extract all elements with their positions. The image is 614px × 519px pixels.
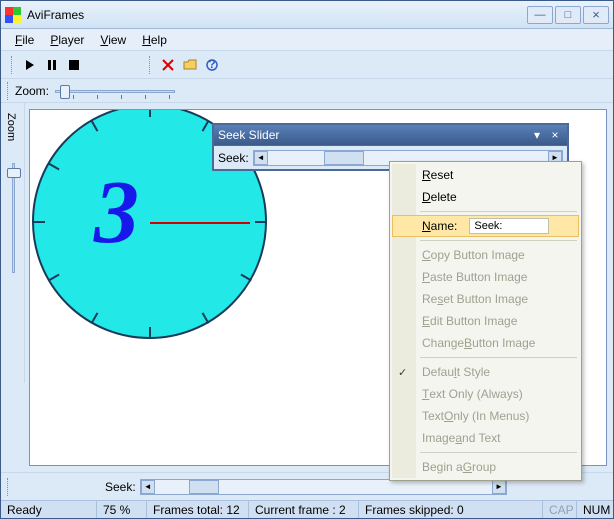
toolbar: ? — [1, 51, 613, 79]
ctx-default-style: ✓Default Style — [392, 361, 579, 383]
zoom-thumb[interactable] — [60, 85, 70, 99]
ctx-name-input[interactable] — [469, 218, 549, 234]
minimize-button[interactable]: — — [527, 6, 553, 24]
play-button[interactable] — [19, 54, 41, 76]
ctx-image-and-text: Image and Text — [392, 427, 579, 449]
seek-window-titlebar[interactable]: Seek Slider ▾ × — [214, 125, 567, 145]
seek-thumb[interactable] — [324, 151, 364, 165]
clock-digit: 3 — [94, 161, 139, 264]
status-zoom: 75 % — [97, 501, 147, 518]
statusbar: Ready 75 % Frames total: 12 Current fram… — [1, 500, 613, 518]
status-current-frame: Current frame : 2 — [249, 501, 359, 518]
ctx-reset[interactable]: Reset — [392, 164, 579, 186]
menubar: File Player View Help — [1, 29, 613, 51]
ctx-delete[interactable]: Delete — [392, 186, 579, 208]
vertical-zoom-thumb[interactable] — [7, 168, 21, 178]
help-icon[interactable]: ? — [201, 54, 223, 76]
menu-view[interactable]: View — [92, 31, 134, 49]
vertical-zoom-label: Zoom — [1, 103, 21, 151]
seek-window-dropdown-icon[interactable]: ▾ — [529, 128, 545, 142]
toolbar-grip[interactable] — [11, 56, 15, 74]
bottom-seek-thumb[interactable] — [189, 480, 219, 494]
check-icon: ✓ — [398, 366, 407, 379]
maximize-button[interactable]: □ — [555, 6, 581, 24]
status-cap: CAP — [543, 501, 577, 518]
ctx-copy-image: Copy Button Image — [392, 244, 579, 266]
vertical-zoom-slider[interactable] — [5, 163, 21, 273]
menu-player[interactable]: Player — [42, 31, 92, 49]
app-title: AviFrames — [27, 8, 525, 22]
seek-left-arrow-icon[interactable]: ◄ — [254, 151, 268, 165]
seek-window-title: Seek Slider — [218, 128, 527, 142]
clock-hand — [150, 222, 250, 224]
bottom-seek-right-arrow-icon[interactable]: ► — [492, 480, 506, 494]
zoom-bar: Zoom: — [1, 79, 613, 103]
bottom-grip[interactable] — [7, 478, 11, 496]
delete-icon[interactable] — [157, 54, 179, 76]
ctx-name[interactable]: Name: — [392, 215, 579, 237]
bottom-seek-label: Seek: — [105, 480, 136, 494]
ctx-text-only-always: Text Only (Always) — [392, 383, 579, 405]
titlebar: AviFrames — □ × — [1, 1, 613, 29]
ctx-reset-image: Reset Button Image — [392, 288, 579, 310]
toolbar-grip-2[interactable] — [149, 56, 153, 74]
open-folder-icon[interactable] — [179, 54, 201, 76]
status-ready: Ready — [1, 501, 97, 518]
bottom-seek-left-arrow-icon[interactable]: ◄ — [141, 480, 155, 494]
ctx-begin-group: Begin a Group — [392, 456, 579, 478]
menu-help[interactable]: Help — [134, 31, 175, 49]
ctx-text-only-menus: Text Only (In Menus) — [392, 405, 579, 427]
pause-button[interactable] — [41, 54, 63, 76]
ctx-paste-image: Paste Button Image — [392, 266, 579, 288]
zoom-grip[interactable] — [7, 82, 11, 100]
status-num: NUM — [577, 501, 613, 518]
zoom-slider[interactable] — [55, 81, 175, 101]
vertical-zoom-panel: Zoom — [1, 103, 25, 383]
seek-window-close-icon[interactable]: × — [547, 128, 563, 142]
status-frames-skipped: Frames skipped: 0 — [359, 501, 543, 518]
menu-file[interactable]: File — [7, 31, 42, 49]
seek-label: Seek: — [218, 151, 249, 165]
status-frames-total: Frames total: 12 — [147, 501, 249, 518]
svg-text:?: ? — [208, 59, 215, 71]
app-icon — [5, 7, 21, 23]
stop-button[interactable] — [63, 54, 85, 76]
zoom-label: Zoom: — [15, 84, 49, 98]
ctx-edit-image: Edit Button Image — [392, 310, 579, 332]
ctx-change-image: Change Button Image — [392, 332, 579, 354]
context-menu: Reset Delete Name: Copy Button Image Pas… — [389, 161, 582, 481]
close-button[interactable]: × — [583, 6, 609, 24]
